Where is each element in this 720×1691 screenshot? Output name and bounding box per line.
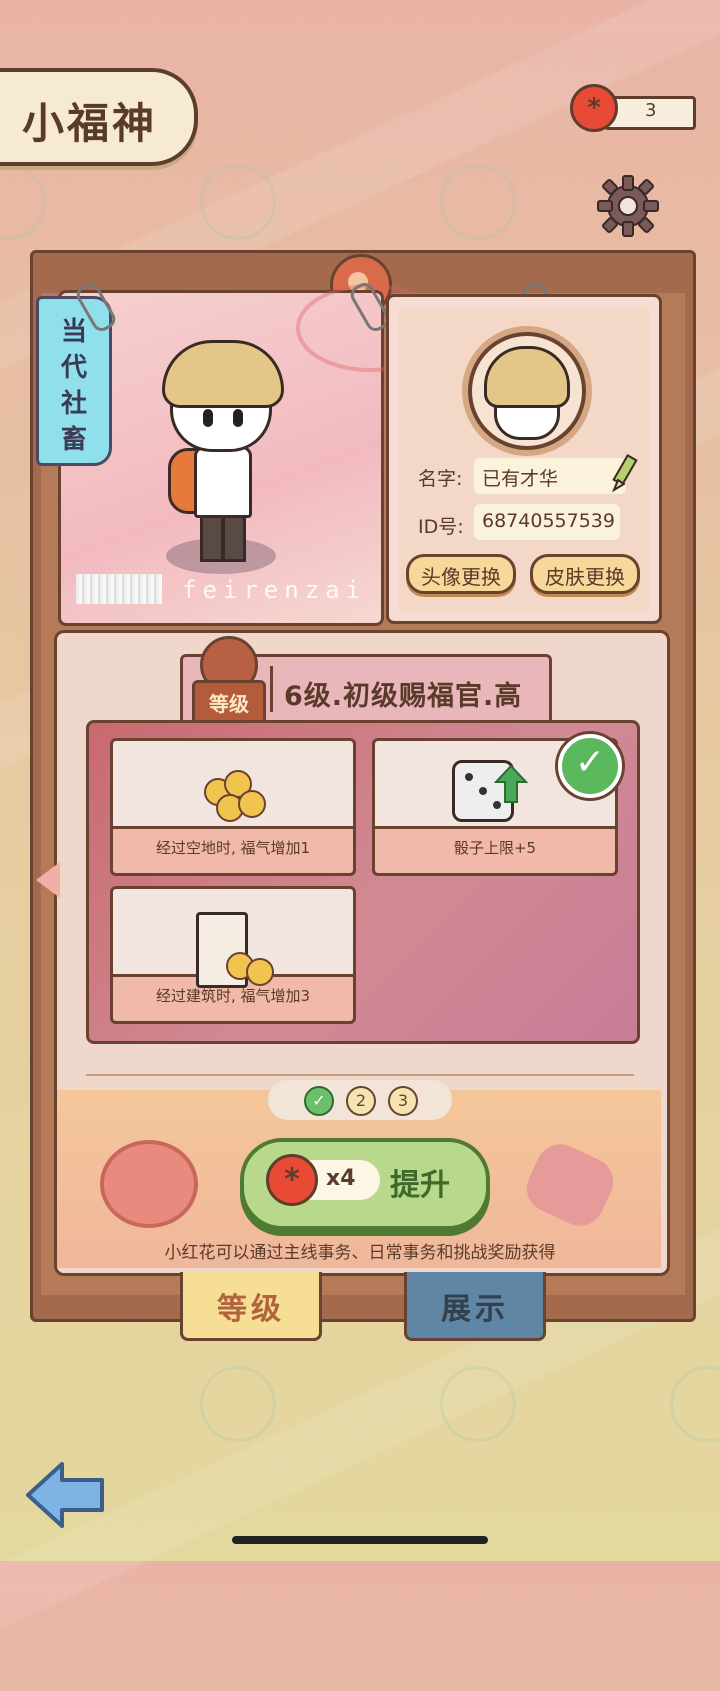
watermark-logo [0, 164, 46, 240]
tab-show[interactable]: 展示 [404, 1272, 546, 1341]
flower-hint-text: 小红花可以通过主线事务、日常事务和挑战奖励获得 [164, 1243, 556, 1263]
level-name: 6级.初级赐福官.高 [284, 681, 523, 712]
flower-count: 3 [645, 100, 657, 121]
change-avatar-label: 头像更换 [421, 565, 501, 589]
watermark-logo [670, 1366, 720, 1442]
watermark-logo [200, 1366, 276, 1442]
level-divider-line [86, 1074, 634, 1076]
name-field[interactable]: 已有才华 [474, 458, 626, 494]
prev-level-arrow-icon[interactable] [36, 862, 60, 898]
change-skin-label: 皮肤更换 [545, 565, 625, 589]
perk-achieved-check-icon [558, 734, 622, 798]
character-eye [233, 409, 243, 427]
change-avatar-button[interactable]: 头像更换 [406, 554, 516, 594]
perk-label: 经过空地时, 福气增加1 [155, 839, 311, 857]
watermark-logo [200, 164, 276, 240]
id-value: 68740557539 [482, 510, 615, 532]
upgrade-cost-value: x4 [326, 1166, 356, 1191]
job-tag-char: 社 [60, 389, 87, 419]
job-tag-char: 畜 [60, 425, 87, 455]
perk-caption: 经过空地时, 福气增加1 [110, 826, 356, 876]
back-arrow-icon[interactable] [24, 1460, 106, 1530]
perk-caption: 骰子上限+5 [372, 826, 618, 876]
change-skin-button[interactable]: 皮肤更换 [530, 554, 640, 594]
barcode [76, 574, 162, 604]
pencil-edit-icon[interactable] [610, 454, 640, 494]
tab-level-label: 等级 [217, 1292, 285, 1327]
wax-seal-icon [100, 1140, 198, 1228]
avatar-hair [484, 346, 570, 408]
coin-icon [238, 790, 266, 818]
job-tag-char: 代 [60, 353, 87, 383]
perk-label: 经过建筑时, 福气增加3 [155, 987, 311, 1005]
name-label: 名字: [418, 468, 463, 490]
upgrade-label: 提升 [390, 1168, 450, 1203]
home-indicator[interactable] [232, 1536, 488, 1544]
up-arrow-icon [494, 764, 528, 803]
tab-level[interactable]: 等级 [180, 1272, 322, 1341]
red-flower-icon [266, 1154, 318, 1206]
avatar[interactable] [468, 332, 586, 450]
step-3: 3 [388, 1086, 418, 1116]
dice-dot [479, 787, 487, 795]
character-body [194, 446, 252, 518]
dice-dot [465, 773, 473, 781]
step-2: 2 [346, 1086, 376, 1116]
level-divider [270, 666, 273, 712]
id-label: ID号: [418, 516, 464, 538]
character-eye [203, 409, 213, 427]
level-steps: ✓ 2 3 [268, 1080, 452, 1120]
tab-show-label: 展示 [441, 1292, 509, 1327]
page-title: 小福神 [22, 99, 158, 148]
watermark-logo [440, 1366, 516, 1442]
flower-counter: 3 [604, 96, 696, 130]
page-title-banner: 小福神 [0, 68, 198, 166]
gear-icon[interactable] [596, 174, 660, 238]
perk-label: 骰子上限+5 [453, 839, 537, 857]
coin-icon [246, 958, 274, 986]
level-badge-label: 等级 [209, 692, 249, 716]
step-done-check-icon: ✓ [304, 1086, 334, 1116]
red-flower-icon [570, 84, 618, 132]
id-field: 68740557539 [474, 504, 620, 540]
brand-text: feirenzai [182, 576, 367, 604]
name-value: 已有才华 [482, 468, 559, 490]
watermark-logo [440, 164, 516, 240]
